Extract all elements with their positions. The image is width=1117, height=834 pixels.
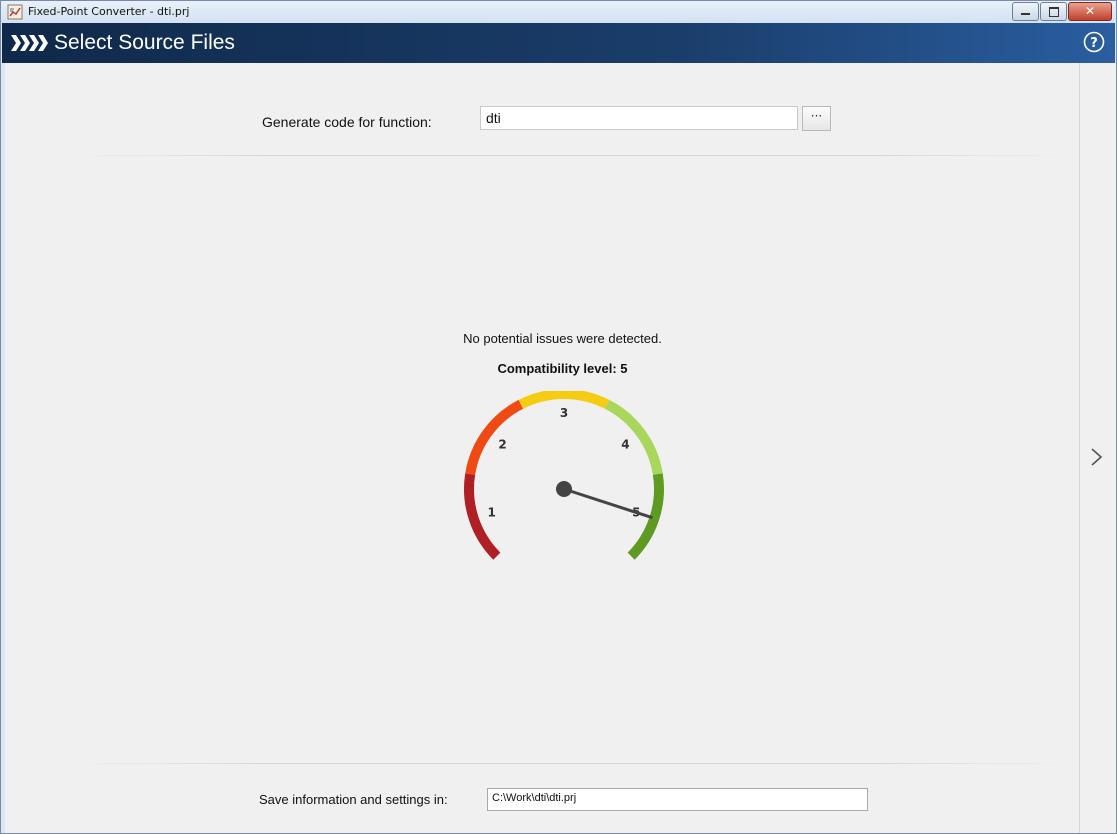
gauge-segment-3 <box>518 391 610 409</box>
status-message: No potential issues were detected. <box>463 331 662 346</box>
chevron-right-icon[interactable] <box>1090 447 1104 467</box>
gauge-hub <box>556 481 572 497</box>
gauge-segment-4 <box>604 399 663 476</box>
gauge-segment-2 <box>465 399 524 476</box>
close-icon: ✕ <box>1084 4 1096 18</box>
workflow-chevrons-icon <box>11 35 48 51</box>
close-button[interactable]: ✕ <box>1068 2 1112 21</box>
app-window: Fixed-Point Converter - dti.prj ✕ Select… <box>0 0 1117 834</box>
maximize-icon <box>1049 7 1059 17</box>
browse-button[interactable]: ··· <box>802 106 831 131</box>
compatibility-gauge: 12345 <box>464 391 664 560</box>
gauge-needle <box>563 487 653 520</box>
window-controls: ✕ <box>1011 2 1112 21</box>
maximize-button[interactable] <box>1040 2 1067 21</box>
top-divider <box>65 155 1075 156</box>
compatibility-level: Compatibility level: 5 <box>497 361 628 376</box>
right-rail <box>1079 63 1116 833</box>
minimize-icon <box>1021 13 1030 15</box>
title-bar: Fixed-Point Converter - dti.prj ✕ <box>1 1 1116 23</box>
gauge-label-2: 2 <box>498 437 506 451</box>
gauge-label-3: 3 <box>560 406 568 420</box>
page-title: Select Source Files <box>54 31 235 54</box>
gauge-label-4: 4 <box>621 437 629 451</box>
help-icon[interactable]: ? <box>1083 31 1105 53</box>
minimize-button[interactable] <box>1012 2 1039 21</box>
bottom-divider <box>65 763 1075 764</box>
window-title: Fixed-Point Converter - dti.prj <box>28 5 190 18</box>
svg-text:?: ? <box>1090 36 1098 51</box>
settings-path-input[interactable]: C:\Work\dti\dti.prj <box>487 788 868 811</box>
app-icon <box>7 4 23 20</box>
settings-label: Save information and settings in: <box>259 792 448 807</box>
function-label: Generate code for function: <box>262 114 432 130</box>
gauge-label-1: 1 <box>488 505 496 519</box>
wizard-header: Select Source Files ? <box>2 23 1115 63</box>
function-input[interactable]: dti <box>480 106 798 130</box>
